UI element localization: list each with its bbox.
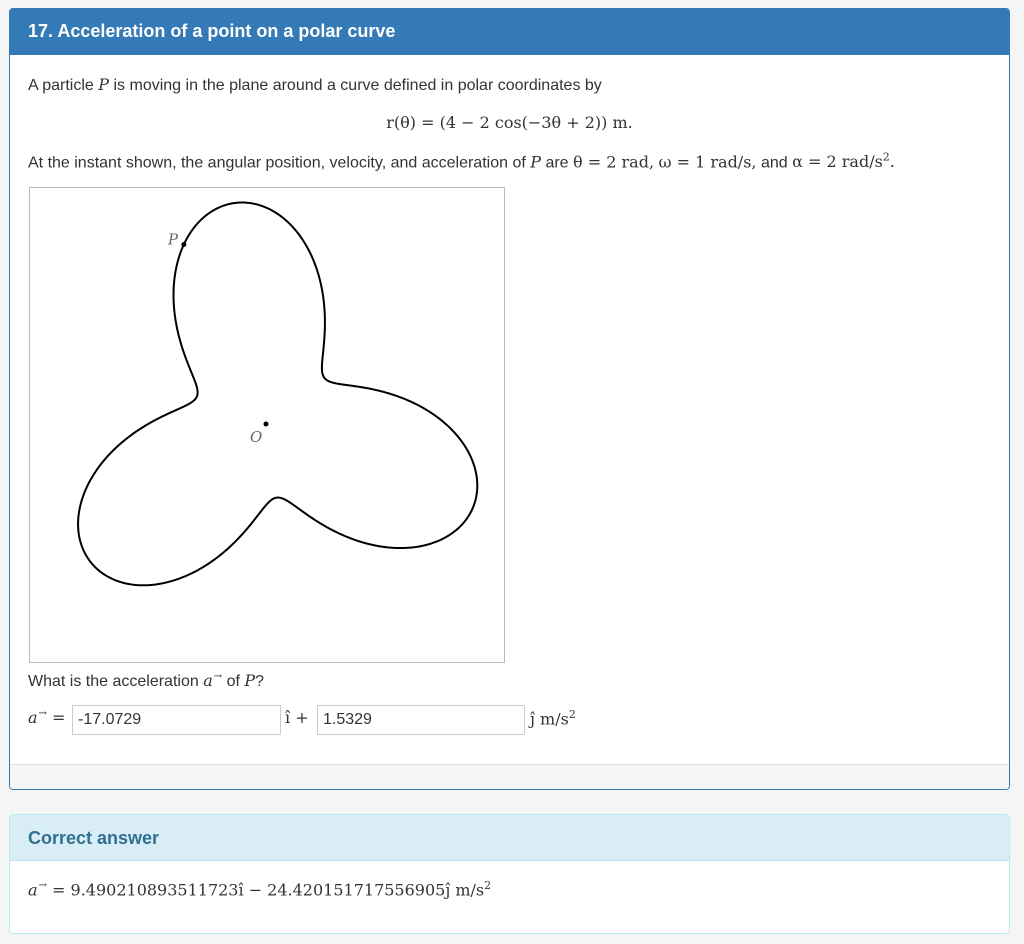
question-footer <box>10 764 1009 789</box>
prompt-end: ? <box>255 673 265 690</box>
i-unit: ı̂ + <box>285 708 309 727</box>
alpha-end: . <box>889 152 895 172</box>
j-component-input[interactable] <box>317 705 525 735</box>
answer-eq: = <box>52 708 66 727</box>
curve-equation: r(θ) = (4 − 2 cos(−3θ + 2)) m. <box>386 113 633 132</box>
vector-arrow-icon: → <box>213 671 223 682</box>
origin-label: O <box>250 428 262 446</box>
j-unit-text: ȷ̂ m/s <box>530 709 569 729</box>
question-prompt: What is the acceleration a→ of P? <box>28 671 264 691</box>
correct-var: a <box>28 880 38 900</box>
omega-value: ω = 1 rad/s, <box>658 152 757 172</box>
theta-value: θ = 2 rad, <box>573 152 655 172</box>
answer-var: a <box>28 708 38 727</box>
question-panel: 17. Acceleration of a point on a polar c… <box>9 8 1010 790</box>
correct-answer-panel: Correct answer a→ = 9.490210893511723ı̂ … <box>9 814 1010 934</box>
j-unit: ȷ̂ m/s2 <box>530 708 576 728</box>
i-component-input[interactable] <box>72 705 281 735</box>
instant-text: At the instant shown, the angular positi… <box>28 151 895 172</box>
prompt-var: a→ <box>203 671 222 690</box>
answer-row: a→ = ı̂ + ȷ̂ m/s2 <box>28 705 628 735</box>
prompt-before: What is the acceleration <box>28 673 199 690</box>
correct-answer-heading: Correct answer <box>10 815 1009 861</box>
instant-var: P <box>530 152 541 172</box>
correct-sup: 2 <box>484 879 492 892</box>
alpha-sup: 2 <box>882 151 890 164</box>
prompt-var-letter: a <box>203 671 213 690</box>
j-unit-sup: 2 <box>568 708 576 721</box>
origin-marker <box>263 421 269 427</box>
point-p-label: P <box>167 230 179 248</box>
intro-before: A particle <box>28 77 94 94</box>
polar-curve <box>77 201 479 587</box>
instant-text1: At the instant shown, the angular positi… <box>28 154 526 172</box>
instant-text2: are <box>545 154 569 172</box>
prompt-mid: of <box>226 673 240 690</box>
polar-curve-svg: P O <box>77 201 479 587</box>
answer-label: a→ = <box>28 708 65 727</box>
point-p-marker <box>181 241 187 247</box>
correct-expr: = 9.490210893511723ı̂ − 24.4201517175569… <box>52 880 485 900</box>
vector-arrow-icon: → <box>38 880 47 892</box>
correct-answer-expression: a→ = 9.490210893511723ı̂ − 24.4201517175… <box>28 879 491 899</box>
intro-text: A particle P is moving in the plane arou… <box>28 75 602 95</box>
vector-arrow-icon: → <box>38 708 47 719</box>
alpha-text: α = 2 rad/s <box>792 152 883 172</box>
intro-after: is moving in the plane around a curve de… <box>113 77 602 94</box>
intro-var: P <box>98 75 110 94</box>
alpha-value: α = 2 rad/s2. <box>792 151 895 172</box>
polar-curve-figure: P O <box>29 187 505 663</box>
question-title: 17. Acceleration of a point on a polar c… <box>10 9 1009 55</box>
prompt-p: P <box>244 671 256 690</box>
instant-and: and <box>760 154 788 172</box>
